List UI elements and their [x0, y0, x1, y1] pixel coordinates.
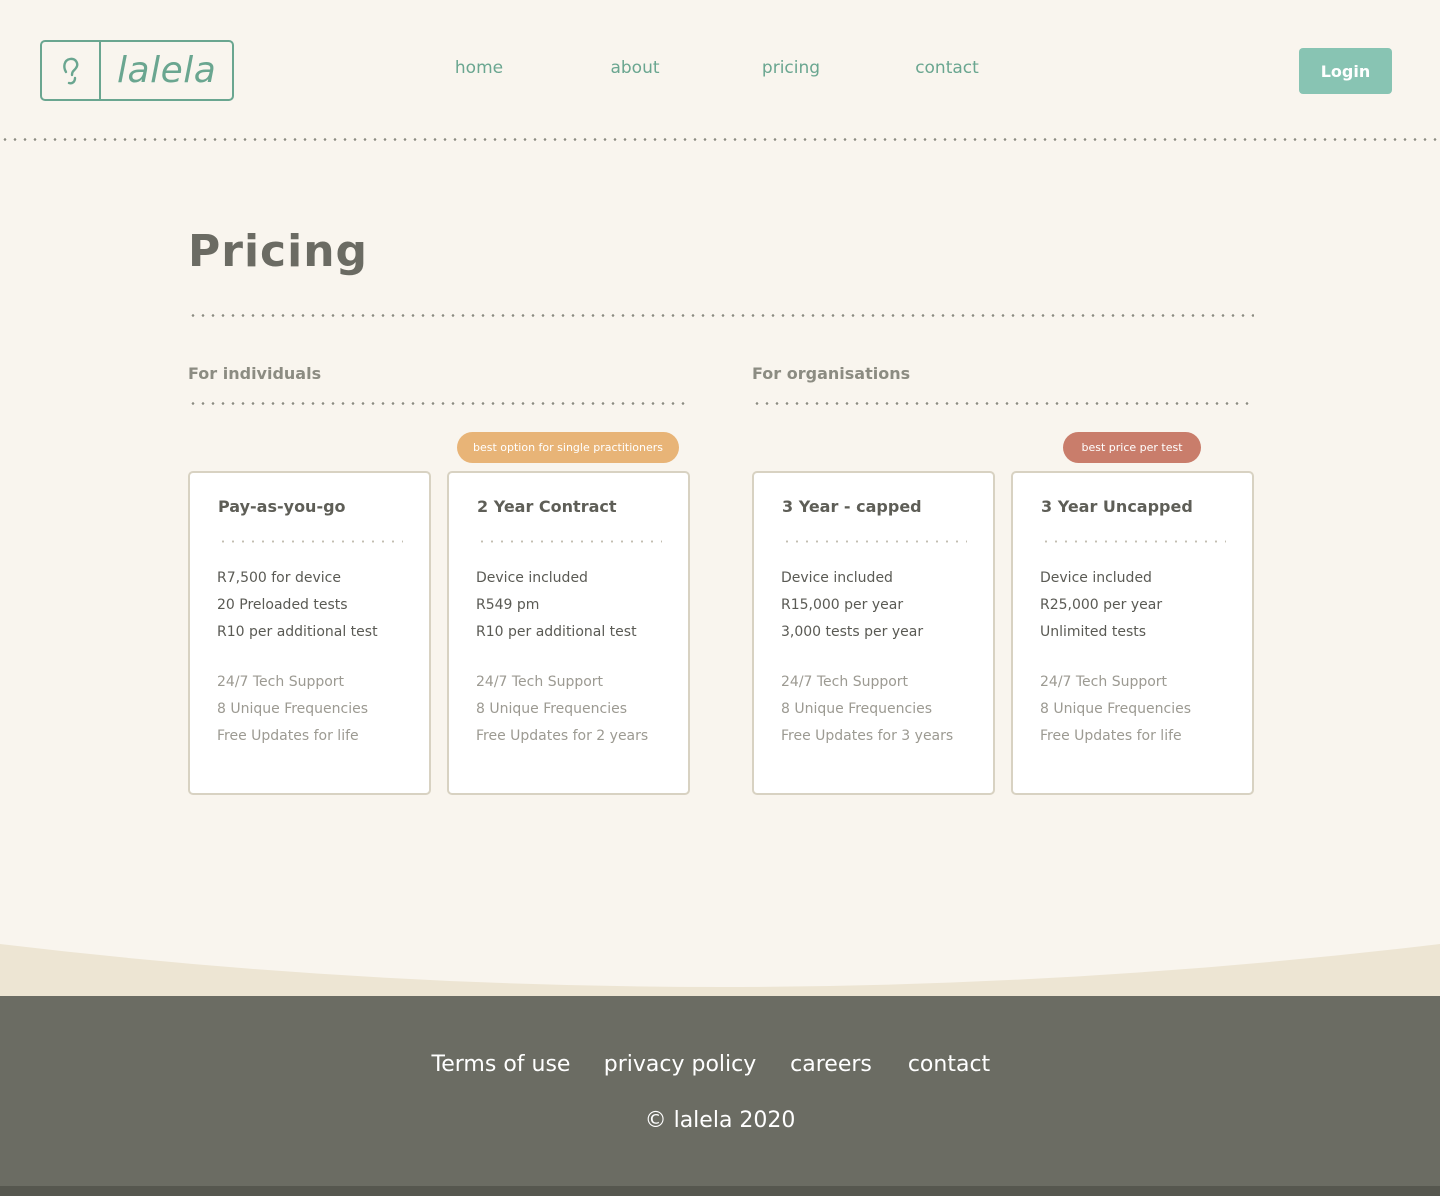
plan-features: R7,500 for device 20 Preloaded tests R10…	[217, 565, 378, 646]
plan-feature: 20 Preloaded tests	[217, 597, 348, 613]
page-title: Pricing	[188, 226, 369, 277]
plan-badge-best-single: best option for single practitioners	[457, 432, 679, 463]
plan-extra: 8 Unique Frequencies	[781, 701, 933, 717]
site-footer: Terms of use privacy policy careers cont…	[0, 996, 1440, 1186]
plan-badge-best-price: best price per test	[1063, 432, 1201, 463]
nav-about[interactable]: about	[610, 58, 659, 78]
title-divider	[188, 314, 1254, 317]
plan-feature: R10 per additional test	[217, 624, 378, 640]
footer-wave	[0, 944, 1440, 998]
plan-extras: 24/7 Tech Support 8 Unique Frequencies F…	[781, 669, 953, 750]
plan-extras: 24/7 Tech Support 8 Unique Frequencies F…	[217, 669, 368, 750]
plan-extras: 24/7 Tech Support 8 Unique Frequencies F…	[476, 669, 648, 750]
plan-extra: 8 Unique Frequencies	[217, 701, 369, 717]
plan-extra: 24/7 Tech Support	[781, 674, 909, 690]
nav-pricing[interactable]: pricing	[762, 58, 820, 78]
footer-link-contact[interactable]: contact	[908, 1052, 990, 1077]
plan-features: Device included R15,000 per year 3,000 t…	[781, 565, 923, 646]
plan-extra: Free Updates for life	[217, 728, 359, 744]
footer-links: Terms of use privacy policy careers cont…	[0, 1052, 1440, 1082]
plan-feature: Unlimited tests	[1040, 624, 1147, 640]
plan-title: Pay-as-you-go	[218, 497, 346, 516]
plan-extra: 24/7 Tech Support	[1040, 674, 1168, 690]
plan-divider	[477, 540, 662, 543]
section-label-individuals: For individuals	[188, 364, 322, 383]
plan-extra: Free Updates for 3 years	[781, 728, 954, 744]
copyright: © lalela 2020	[644, 1108, 796, 1133]
plan-feature: Device included	[1040, 570, 1152, 586]
plan-extra: 8 Unique Frequencies	[1040, 701, 1192, 717]
plan-card-pay-as-you-go[interactable]: Pay-as-you-go R7,500 for device 20 Prelo…	[188, 471, 431, 795]
nav-contact[interactable]: contact	[915, 58, 979, 78]
plan-features: Device included R25,000 per year Unlimit…	[1040, 565, 1162, 646]
plan-title: 3 Year Uncapped	[1041, 497, 1193, 516]
header-divider	[0, 138, 1440, 141]
site-header: lalela home about pricing contact Login	[0, 0, 1440, 141]
plan-card-3-year-capped[interactable]: 3 Year - capped Device included R15,000 …	[752, 471, 995, 795]
plan-feature: R10 per additional test	[476, 624, 637, 640]
plan-feature: R15,000 per year	[781, 597, 904, 613]
plan-divider	[1041, 540, 1226, 543]
plan-divider	[218, 540, 403, 543]
footer-link-privacy[interactable]: privacy policy	[604, 1052, 757, 1077]
plan-title: 3 Year - capped	[782, 497, 922, 516]
plan-extra: Free Updates for 2 years	[476, 728, 649, 744]
plan-extras: 24/7 Tech Support 8 Unique Frequencies F…	[1040, 669, 1191, 750]
plan-feature: Device included	[781, 570, 893, 586]
login-button[interactable]: Login	[1299, 48, 1392, 94]
plan-feature: R549 pm	[476, 597, 540, 613]
plan-extra: 8 Unique Frequencies	[476, 701, 628, 717]
plan-card-3-year-uncapped[interactable]: 3 Year Uncapped Device included R25,000 …	[1011, 471, 1254, 795]
plan-feature: Device included	[476, 570, 588, 586]
section-divider-individuals	[188, 402, 690, 405]
plan-features: Device included R549 pm R10 per addition…	[476, 565, 637, 646]
footer-link-careers[interactable]: careers	[790, 1052, 872, 1077]
plan-feature: 3,000 tests per year	[781, 624, 924, 640]
plan-title: 2 Year Contract	[477, 497, 617, 516]
plan-divider	[782, 540, 967, 543]
plan-feature: R25,000 per year	[1040, 597, 1163, 613]
nav-home[interactable]: home	[455, 58, 503, 78]
footer-link-terms[interactable]: Terms of use	[432, 1052, 571, 1077]
plan-card-2-year-contract[interactable]: 2 Year Contract Device included R549 pm …	[447, 471, 690, 795]
plan-extra: Free Updates for life	[1040, 728, 1182, 744]
section-divider-organisations	[752, 402, 1254, 405]
section-label-organisations: For organisations	[752, 364, 911, 383]
plan-extra: 24/7 Tech Support	[217, 674, 345, 690]
footer-bottom-bar	[0, 1186, 1440, 1196]
plan-extra: 24/7 Tech Support	[476, 674, 604, 690]
main-nav: home about pricing contact	[0, 58, 1440, 82]
plan-feature: R7,500 for device	[217, 570, 341, 586]
